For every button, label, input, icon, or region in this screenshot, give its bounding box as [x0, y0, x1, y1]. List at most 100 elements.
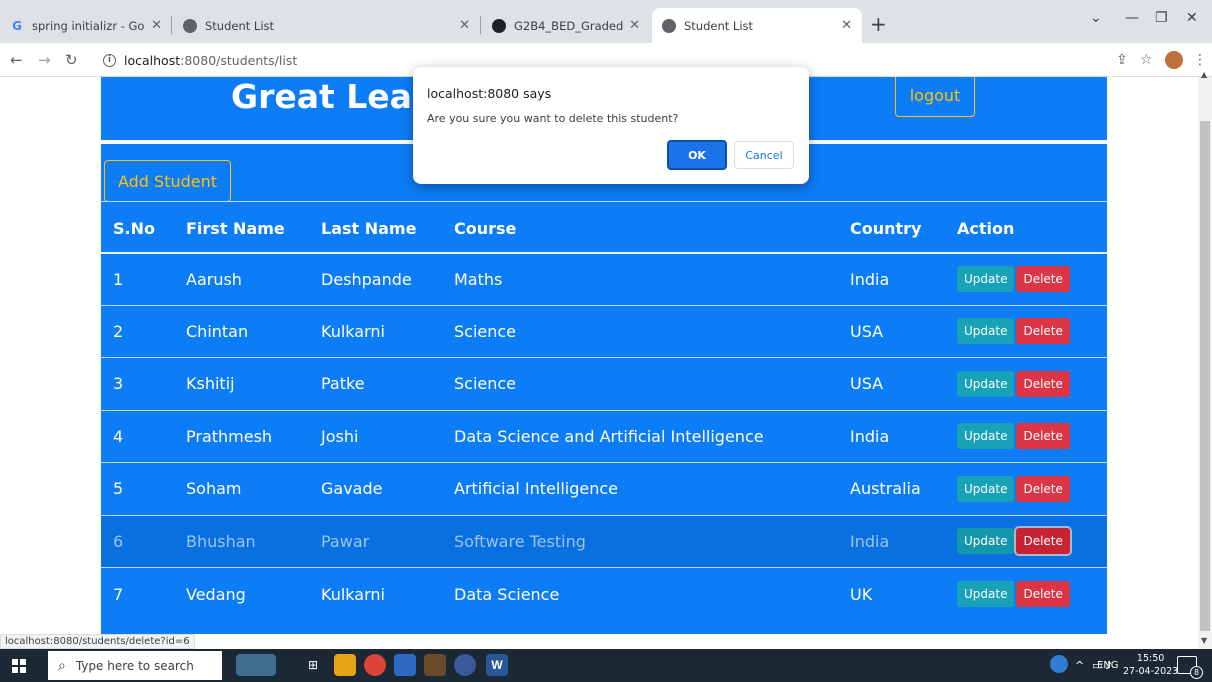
new-tab-icon[interactable]: + — [870, 12, 887, 36]
tab-google-search[interactable]: G spring initializr - Google Search ✕ — [0, 8, 172, 43]
confirm-dialog: localhost:8080 says Are you sure you wan… — [413, 67, 809, 184]
windows-start-icon[interactable] — [12, 659, 26, 673]
url-field[interactable]: i localhost:8080/students/list — [103, 49, 297, 71]
delete-button[interactable]: Delete — [1016, 266, 1070, 292]
cell-course: Data Science — [454, 584, 560, 604]
language-indicator[interactable]: ENG — [1097, 660, 1119, 671]
close-icon[interactable]: ✕ — [151, 18, 162, 33]
cell-country: Australia — [838, 462, 945, 516]
student-table: S.No First Name Last Name Course Country… — [101, 201, 1107, 620]
cell-sno: 3 — [101, 357, 174, 411]
cell-sno: 6 — [101, 515, 174, 568]
restore-icon[interactable]: ❐ — [1155, 10, 1168, 26]
cell-last-name: Kulkarni — [309, 305, 442, 358]
task-view-icon[interactable]: ⊞ — [302, 654, 324, 676]
tab-separator — [480, 16, 481, 34]
cell-course: Artificial Intelligence — [442, 462, 838, 516]
chevron-up-icon[interactable]: ^ — [1075, 659, 1084, 672]
dialog-title: localhost:8080 says — [427, 86, 552, 101]
scroll-up-arrow-icon[interactable]: ▲ — [1201, 70, 1207, 79]
cell-course: Software Testing — [442, 515, 838, 568]
github-icon — [492, 18, 506, 33]
tab-student-list-active[interactable]: Student List ✕ — [652, 8, 862, 43]
scroll-down-arrow-icon[interactable]: ▼ — [1201, 636, 1207, 645]
update-button[interactable]: Update — [957, 528, 1015, 555]
update-button[interactable]: Update — [957, 423, 1015, 450]
file-explorer-icon[interactable] — [334, 654, 356, 676]
more-menu-icon[interactable]: ⋮ — [1193, 52, 1207, 68]
col-header-spacer — [742, 201, 838, 254]
cell-last-name: Patke — [309, 357, 442, 411]
app-icon[interactable] — [424, 654, 446, 676]
tab-github[interactable]: G2B4_BED_GradedProject3/Ticke ✕ — [482, 8, 650, 43]
vscode-icon[interactable] — [394, 654, 416, 676]
delete-button[interactable]: Delete — [1016, 370, 1070, 397]
globe-icon — [183, 18, 197, 33]
profile-avatar[interactable] — [1165, 51, 1183, 69]
cell-sno: 1 — [101, 252, 174, 306]
delete-button[interactable]: Delete — [1016, 581, 1070, 607]
info-icon[interactable]: i — [103, 53, 116, 67]
col-header-country: Country — [838, 201, 945, 254]
taskbar-clock[interactable]: 15:50 27-04-2023 — [1123, 652, 1178, 678]
table-row: 1 Aarush Deshpande Maths India Update Del… — [101, 252, 1107, 306]
col-header-first-name: First Name — [174, 201, 309, 254]
update-button[interactable]: Update — [957, 581, 1015, 607]
cell-last-name: Joshi — [309, 410, 442, 463]
taskbar-search[interactable]: ⌕ Type here to search — [48, 651, 222, 680]
cell-course: Maths — [442, 252, 838, 306]
col-header-action: Action — [945, 201, 1107, 254]
logout-button[interactable]: logout — [895, 77, 975, 117]
cell-country: India — [838, 515, 945, 568]
add-student-button[interactable]: Add Student — [104, 160, 231, 202]
cell-first-name: Prathmesh — [174, 410, 309, 463]
notification-count-badge: 8 — [1190, 666, 1203, 679]
update-button[interactable]: Update — [957, 266, 1015, 292]
ok-button[interactable]: OK — [667, 140, 727, 170]
table-row-hovered: 6 Bhushan Pawar Software Testing India U… — [101, 515, 1107, 568]
tab-student-list-1[interactable]: Student List ✕ — [173, 8, 480, 43]
cell-last-name: Gavade — [309, 462, 442, 516]
tab-title: G2B4_BED_GradedProject3/Ticke — [514, 18, 624, 33]
cell-first-name: Bhushan — [174, 515, 309, 568]
minimize-icon[interactable]: — — [1125, 10, 1139, 26]
cell-course: Data Science and Artificial Intelligence — [442, 410, 838, 463]
window-close-icon[interactable]: ✕ — [1186, 10, 1198, 26]
update-button[interactable]: Update — [957, 370, 1015, 397]
delete-button[interactable]: Delete — [1016, 528, 1070, 555]
cell-last-name: Deshpande — [309, 252, 442, 306]
weather-widget-icon[interactable] — [236, 654, 276, 676]
eclipse-icon[interactable] — [454, 654, 476, 676]
delete-button[interactable]: Delete — [1016, 475, 1070, 502]
col-header-course: Course — [442, 201, 742, 254]
cancel-button[interactable]: Cancel — [734, 141, 794, 169]
chrome-icon[interactable] — [364, 654, 386, 676]
cell-sno: 2 — [101, 305, 174, 358]
delete-button[interactable]: Delete — [1016, 318, 1070, 345]
close-icon[interactable]: ✕ — [629, 18, 640, 33]
help-icon[interactable] — [1050, 655, 1068, 673]
scrollbar-thumb[interactable] — [1200, 121, 1210, 631]
reload-icon[interactable]: ↻ — [65, 51, 78, 69]
tab-search-chevron-icon[interactable]: ⌄ — [1090, 10, 1102, 26]
close-icon[interactable]: ✕ — [841, 18, 852, 33]
update-button[interactable]: Update — [957, 318, 1015, 345]
tab-title: spring initializr - Google Search — [32, 18, 145, 33]
table-row: 7 Vedang Kulkarni Data Science UK Update… — [101, 568, 1107, 621]
back-arrow-icon[interactable]: ← — [10, 51, 23, 69]
cell-country: USA — [838, 357, 945, 411]
cell-country: UK — [850, 584, 873, 604]
cell-action: Update Delete — [945, 462, 1107, 516]
cell-sno: 4 — [101, 410, 174, 463]
word-icon[interactable]: W — [486, 654, 508, 676]
bookmark-star-icon[interactable]: ☆ — [1140, 52, 1153, 68]
update-button[interactable]: Update — [957, 475, 1015, 502]
page-scrollbar[interactable] — [1198, 77, 1212, 649]
cell-sno: 5 — [101, 462, 174, 516]
forward-arrow-icon[interactable]: → — [38, 51, 51, 69]
clock-time: 15:50 — [1136, 653, 1165, 664]
share-icon[interactable]: ⇪ — [1116, 52, 1128, 68]
delete-button[interactable]: Delete — [1016, 423, 1070, 450]
close-icon[interactable]: ✕ — [459, 18, 470, 33]
table-row: 4 Prathmesh Joshi Data Science and Artif… — [101, 410, 1107, 463]
